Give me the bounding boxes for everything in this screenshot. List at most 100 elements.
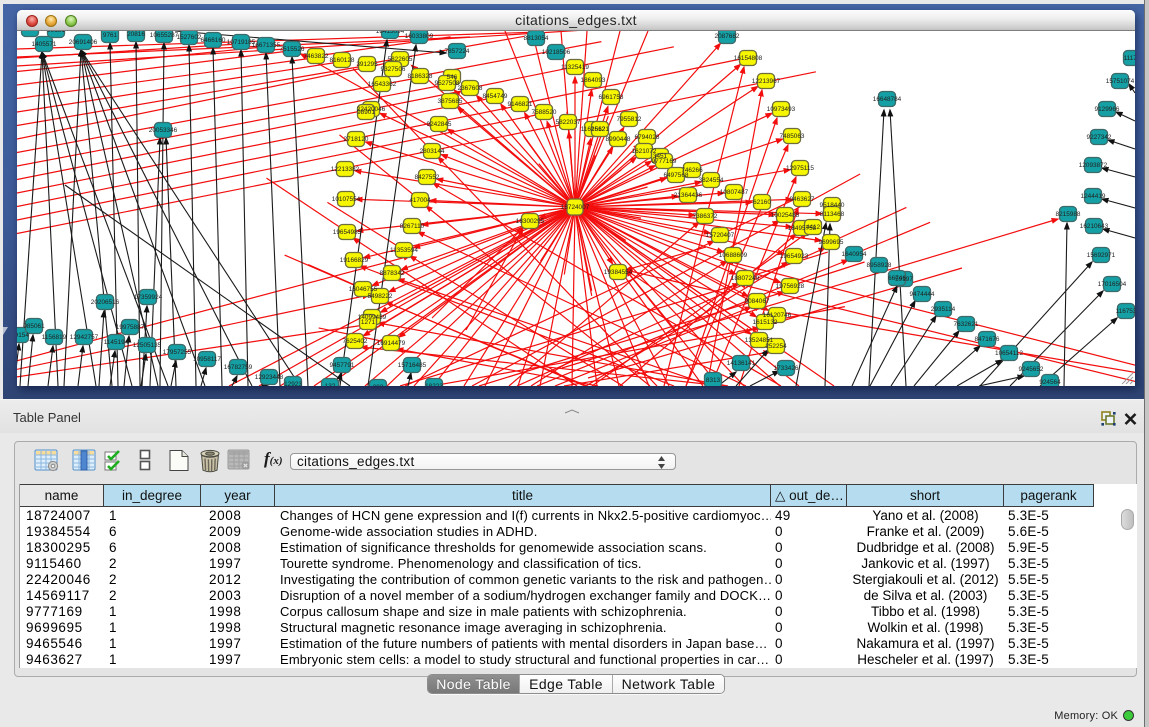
svg-text:9457791: 9457791 xyxy=(330,362,355,369)
svg-text:8186328: 8186328 xyxy=(408,73,433,80)
svg-text:9129966: 9129966 xyxy=(1095,106,1120,113)
svg-text:8990448: 8990448 xyxy=(606,136,631,143)
svg-text:39154: 39154 xyxy=(17,332,29,339)
svg-text:8427552: 8427552 xyxy=(415,174,440,181)
svg-text:15716485: 15716485 xyxy=(398,362,427,369)
svg-text:8958928: 8958928 xyxy=(867,262,892,269)
svg-text:7632621: 7632621 xyxy=(954,321,979,328)
svg-text:985061: 985061 xyxy=(23,323,45,330)
svg-text:8878342: 8878342 xyxy=(380,270,405,277)
svg-text:1244419: 1244419 xyxy=(1081,193,1106,200)
svg-text:417004: 417004 xyxy=(409,197,431,204)
svg-text:252254: 252254 xyxy=(765,343,787,350)
svg-text:12505135: 12505135 xyxy=(133,342,162,349)
svg-text:16033809: 16033809 xyxy=(405,33,434,40)
svg-text:8160128: 8160128 xyxy=(330,57,355,64)
svg-text:14136141: 14136141 xyxy=(727,360,756,367)
svg-text:2087682: 2087682 xyxy=(715,33,740,40)
svg-text:20691406: 20691406 xyxy=(69,39,98,46)
svg-text:18807249: 18807249 xyxy=(731,275,760,282)
svg-text:10688609: 10688609 xyxy=(719,252,748,259)
svg-text:8471676: 8471676 xyxy=(975,336,1000,343)
svg-text:17359924: 17359924 xyxy=(134,294,163,301)
svg-text:1864093: 1864093 xyxy=(581,77,606,84)
svg-text:98901: 98901 xyxy=(357,109,375,116)
svg-text:20053346: 20053346 xyxy=(149,127,178,134)
svg-text:2718120: 2718120 xyxy=(344,136,369,143)
svg-text:16154808: 16154808 xyxy=(734,55,763,62)
svg-text:62160: 62160 xyxy=(753,199,771,206)
svg-text:19384554: 19384554 xyxy=(604,269,633,276)
svg-text:8454749: 8454749 xyxy=(483,93,508,100)
svg-text:16914479: 16914479 xyxy=(377,340,406,347)
svg-text:19654923: 19654923 xyxy=(780,253,809,260)
svg-text:1527602: 1527602 xyxy=(177,34,202,41)
svg-text:16648784: 16648784 xyxy=(873,96,902,103)
svg-text:9146821: 9146821 xyxy=(508,101,533,108)
svg-text:11174: 11174 xyxy=(1124,55,1135,62)
svg-text:5822037: 5822037 xyxy=(556,119,581,126)
svg-text:12923: 12923 xyxy=(284,381,302,386)
svg-text:16543362: 16543362 xyxy=(368,81,397,88)
svg-text:5498222: 5498222 xyxy=(368,293,393,300)
svg-text:9777169: 9777169 xyxy=(652,158,677,165)
svg-text:19166829: 19166829 xyxy=(340,257,369,264)
svg-text:8267110: 8267110 xyxy=(400,223,425,230)
svg-text:10973493: 10973493 xyxy=(767,106,796,113)
svg-text:292: 292 xyxy=(373,384,384,386)
svg-text:9227342: 9227342 xyxy=(1087,134,1112,141)
svg-text:99181: 99181 xyxy=(47,31,65,34)
svg-text:18300295: 18300295 xyxy=(516,218,545,225)
svg-text:12213382: 12213382 xyxy=(331,166,360,173)
svg-text:7485063: 7485063 xyxy=(780,133,805,140)
svg-text:6794028: 6794028 xyxy=(635,134,660,141)
svg-text:8113468: 8113468 xyxy=(820,211,845,218)
svg-text:1145194: 1145194 xyxy=(104,339,129,346)
svg-text:2803144: 2803144 xyxy=(420,148,445,155)
svg-text:6961758: 6961758 xyxy=(599,94,624,101)
svg-text:9245652: 9245652 xyxy=(1019,366,1044,373)
svg-text:132: 132 xyxy=(325,383,336,386)
svg-text:1156819: 1156819 xyxy=(42,334,67,341)
svg-text:3824554: 3824554 xyxy=(699,177,724,184)
svg-text:7857224: 7857224 xyxy=(445,48,470,55)
svg-text:11353594: 11353594 xyxy=(390,247,418,254)
svg-text:1871: 1871 xyxy=(23,31,38,33)
svg-text:12923448: 12923448 xyxy=(255,374,284,381)
svg-text:15621: 15621 xyxy=(591,126,609,133)
svg-text:8215988: 8215988 xyxy=(1056,211,1081,218)
svg-text:1405571: 1405571 xyxy=(32,41,57,48)
svg-text:20206516: 20206516 xyxy=(91,299,120,306)
svg-text:12975115: 12975115 xyxy=(786,165,814,172)
svg-text:9474444: 9474444 xyxy=(910,291,935,298)
svg-text:924564: 924564 xyxy=(1039,379,1061,386)
svg-text:19975887: 19975887 xyxy=(116,324,145,331)
svg-text:8313: 8313 xyxy=(706,377,721,384)
svg-text:10025488: 10025488 xyxy=(771,212,800,219)
svg-text:18413094: 18413094 xyxy=(376,31,405,35)
svg-text:10655287: 10655287 xyxy=(150,32,179,39)
svg-text:19654985: 19654985 xyxy=(333,229,362,236)
svg-text:6466160: 6466160 xyxy=(201,37,226,44)
svg-text:10807487: 10807487 xyxy=(720,189,749,196)
svg-text:9084067: 9084067 xyxy=(745,298,770,305)
svg-text:16671355: 16671355 xyxy=(252,42,281,49)
svg-text:11325419: 11325419 xyxy=(561,64,589,71)
svg-text:20816: 20816 xyxy=(127,31,145,38)
svg-text:16210643: 16210643 xyxy=(1080,223,1109,230)
svg-text:21364436: 21364436 xyxy=(674,192,703,199)
svg-text:9699695: 9699695 xyxy=(819,239,844,246)
svg-text:7955812: 7955812 xyxy=(617,116,642,123)
svg-text:746266: 746266 xyxy=(681,167,703,174)
svg-text:9761: 9761 xyxy=(103,32,118,39)
svg-text:116753: 116753 xyxy=(1116,308,1135,315)
svg-text:19218506: 19218506 xyxy=(542,49,571,56)
svg-text:16046755: 16046755 xyxy=(349,286,378,293)
svg-text:1733426: 1733426 xyxy=(774,365,799,372)
svg-text:1640954: 1640954 xyxy=(842,251,867,258)
svg-text:391295: 391295 xyxy=(356,61,378,68)
svg-text:17957255: 17957255 xyxy=(163,349,192,356)
svg-text:1615132: 1615132 xyxy=(753,319,778,326)
svg-text:12213967: 12213967 xyxy=(752,78,781,85)
svg-text:5822605: 5822605 xyxy=(388,56,413,63)
